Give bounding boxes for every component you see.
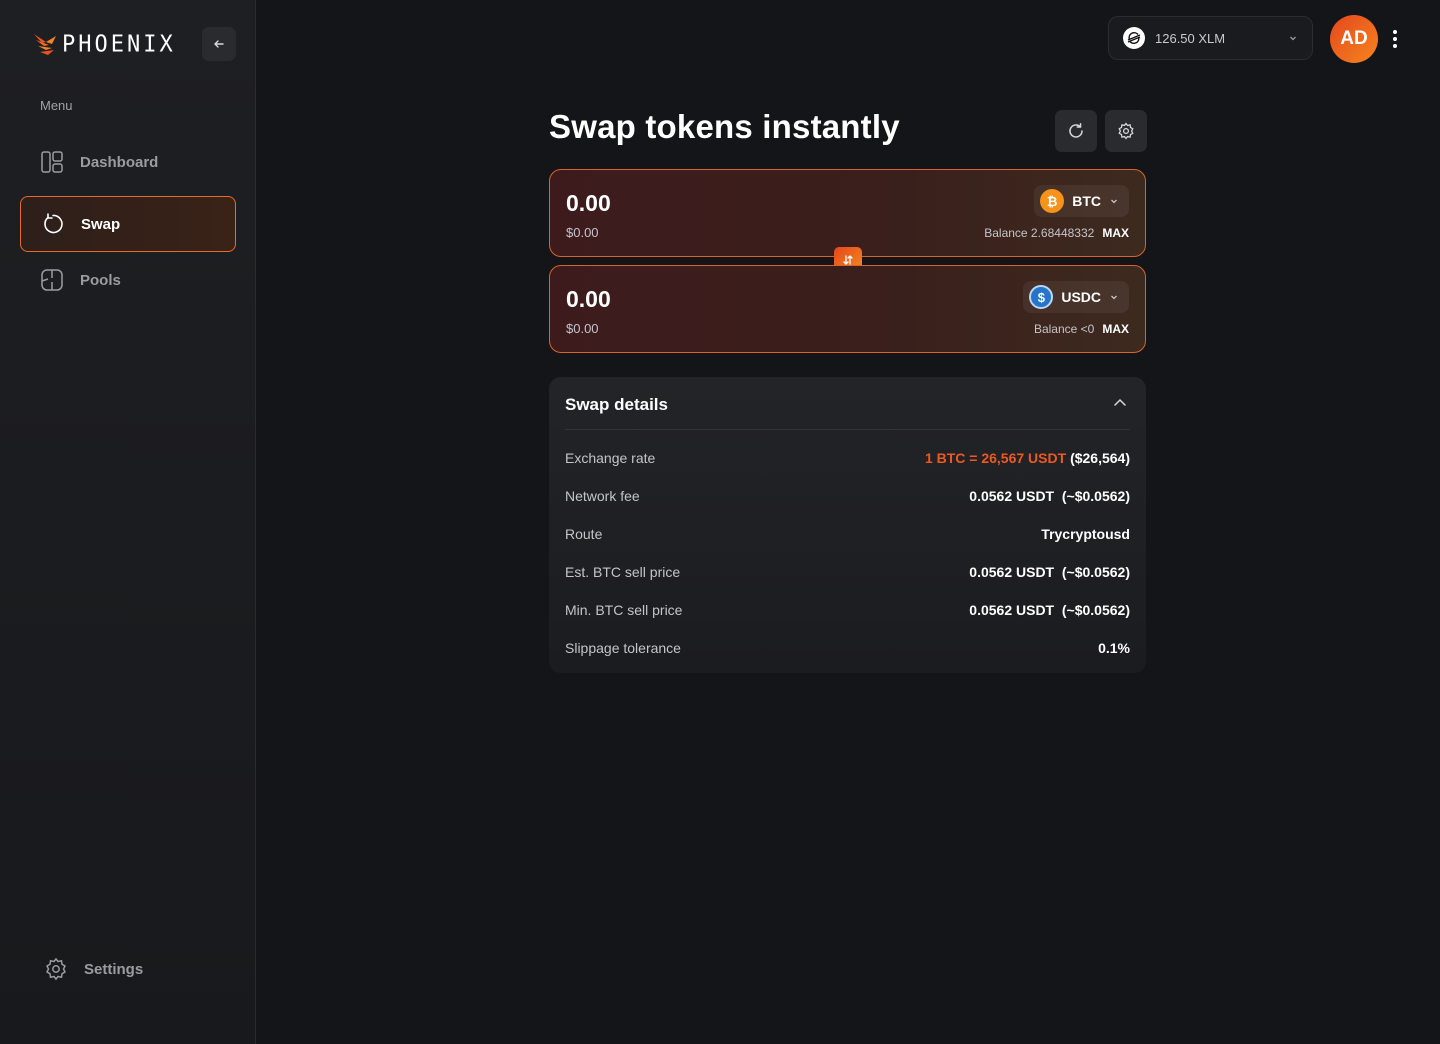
chevron-up-icon[interactable] [1110, 393, 1130, 413]
gear-icon [44, 957, 68, 981]
phoenix-logo[interactable]: PHOENIX [32, 30, 176, 58]
detail-label: Slippage tolerance [565, 640, 681, 656]
from-token-symbol: BTC [1072, 193, 1101, 209]
sidebar-item-label: Swap [81, 215, 121, 233]
sidebar-item-label: Settings [84, 960, 144, 978]
sidebar-item-label: Dashboard [80, 153, 159, 171]
swap-details-panel: Swap details Exchange rate 1 BTC = 26,56… [549, 377, 1146, 673]
detail-row-route: Route Trycryptousd [565, 524, 1130, 544]
to-usd-value: $0.00 [566, 321, 599, 336]
detail-label: Exchange rate [565, 450, 656, 466]
detail-row-min-sell-price: Min. BTC sell price 0.0562 USDT (~$0.056… [565, 600, 1130, 620]
wallet-balance: 126.50 XLM [1155, 30, 1226, 46]
exchange-rate-usd: ($26,564) [1070, 450, 1130, 466]
detail-value: 1 BTC = 26,567 USDT ($26,564) [925, 450, 1130, 466]
to-max-button[interactable]: MAX [1102, 322, 1129, 336]
detail-value: 0.0562 USDT (~$0.0562) [969, 488, 1130, 504]
sidebar: PHOENIX Menu Dashboard Swap Pools Settin… [0, 0, 256, 1044]
more-menu-icon[interactable] [1388, 28, 1402, 50]
detail-label: Min. BTC sell price [565, 602, 683, 618]
detail-row-network-fee: Network fee 0.0562 USDT (~$0.0562) [565, 486, 1130, 506]
from-token-select[interactable]: ₿ BTC [1034, 185, 1129, 217]
to-balance-row: Balance <0 MAX [1034, 322, 1129, 336]
detail-label: Route [565, 526, 603, 542]
page-title: Swap tokens instantly [549, 108, 900, 145]
divider [565, 429, 1130, 430]
swap-from-card: 0.00 $0.00 ₿ BTC Balance 2.68448332 MAX [549, 169, 1146, 257]
chevron-down-icon [1111, 199, 1117, 204]
to-amount-input[interactable]: 0.00 [566, 286, 611, 313]
swap-settings-button[interactable] [1105, 110, 1147, 152]
swap-to-card: 0.00 $0.00 $ USDC Balance <0 MAX [549, 265, 1146, 353]
detail-row-slippage: Slippage tolerance 0.1% [565, 638, 1130, 658]
to-balance: Balance <0 [1033, 322, 1095, 336]
dashboard-icon [40, 150, 64, 174]
from-amount-input[interactable]: 0.00 [566, 190, 611, 217]
from-max-button[interactable]: MAX [1102, 226, 1129, 240]
detail-row-est-sell-price: Est. BTC sell price 0.0562 USDT (~$0.056… [565, 562, 1130, 582]
detail-value: 0.1% [1098, 640, 1130, 656]
refresh-button[interactable] [1055, 110, 1097, 152]
refresh-icon [1069, 123, 1083, 138]
sidebar-item-dashboard[interactable]: Dashboard [20, 134, 236, 190]
detail-label: Network fee [565, 488, 640, 504]
to-token-select[interactable]: $ USDC [1023, 281, 1129, 313]
usdc-icon: $ [1029, 285, 1054, 309]
stellar-icon [1123, 27, 1145, 49]
from-balance-row: Balance 2.68448332 MAX [984, 226, 1129, 240]
chevron-down-icon [1111, 295, 1117, 300]
avatar[interactable]: AD [1330, 15, 1378, 63]
detail-row-exchange-rate: Exchange rate 1 BTC = 26,567 USDT ($26,5… [565, 448, 1130, 468]
bitcoin-icon: ₿ [1040, 189, 1065, 213]
exchange-rate-value: 1 BTC = 26,567 USDT [924, 450, 1067, 466]
pools-icon [40, 268, 64, 292]
sidebar-item-settings[interactable]: Settings [24, 941, 240, 997]
to-token-symbol: USDC [1061, 289, 1101, 305]
sidebar-item-label: Pools [80, 271, 121, 289]
brand-name: PHOENIX [62, 30, 176, 58]
collapse-sidebar-button[interactable] [202, 27, 236, 61]
menu-label: Menu [40, 98, 73, 113]
sidebar-item-pools[interactable]: Pools [20, 252, 236, 308]
wallet-selector[interactable]: 126.50 XLM [1108, 16, 1313, 60]
chevron-down-icon [1290, 36, 1296, 41]
arrow-left-icon [214, 40, 224, 48]
swap-details-title: Swap details [565, 395, 668, 414]
swap-cycle-icon [41, 212, 65, 236]
detail-label: Est. BTC sell price [565, 564, 681, 580]
sidebar-item-swap[interactable]: Swap [20, 196, 236, 252]
phoenix-logo-icon [34, 34, 56, 55]
from-balance: Balance 2.68448332 [984, 226, 1095, 240]
detail-value: 0.0562 USDT (~$0.0562) [969, 602, 1130, 618]
detail-value: Trycryptousd [1041, 526, 1130, 542]
detail-value: 0.0562 USDT (~$0.0562) [969, 564, 1130, 580]
gear-icon [1118, 122, 1134, 140]
from-usd-value: $0.00 [566, 225, 599, 240]
